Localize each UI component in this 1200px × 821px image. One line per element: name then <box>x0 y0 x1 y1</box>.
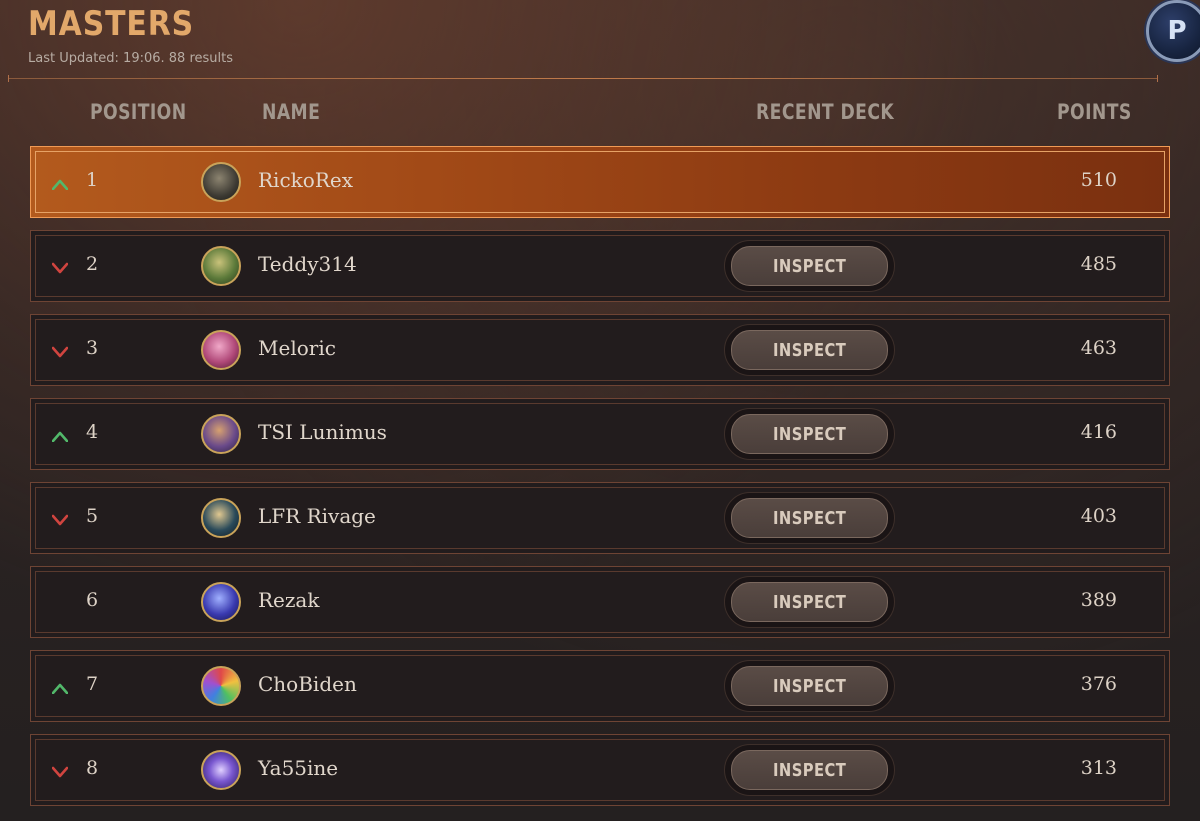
inspect-button-label: INSPECT <box>772 339 847 361</box>
rank-position: 6 <box>86 589 99 611</box>
rank-down-arrow-icon <box>51 511 69 526</box>
leaderboard-row[interactable]: 7 ChoBiden INSPECT 376 <box>30 650 1170 722</box>
rank-position: 2 <box>86 253 99 275</box>
tsi-lunimus-avatar-icon <box>201 414 241 454</box>
rank-down-arrow-icon <box>51 259 69 274</box>
inspect-button-label: INSPECT <box>772 255 847 277</box>
player-points: 313 <box>1080 757 1117 779</box>
rank-position: 3 <box>86 337 99 359</box>
player-name: Meloric <box>258 336 336 360</box>
teddy314-avatar-icon <box>201 246 241 286</box>
rank-down-arrow-icon <box>51 763 69 778</box>
player-name: Ya55ine <box>258 756 339 780</box>
player-points: 485 <box>1080 253 1117 275</box>
header-divider <box>8 75 1158 82</box>
rickorex-avatar-icon <box>201 162 241 202</box>
rank-position: 5 <box>86 505 99 527</box>
profile-button[interactable]: P <box>1146 0 1200 62</box>
inspect-button-label: INSPECT <box>772 591 847 613</box>
rank-up-arrow-icon <box>51 175 69 191</box>
rank-down-arrow-icon <box>51 343 69 358</box>
inspect-button-label: INSPECT <box>772 507 847 529</box>
player-name: LFR Rivage <box>258 504 376 528</box>
rank-position: 7 <box>86 673 99 695</box>
profile-icon: P <box>1167 16 1187 46</box>
inspect-deck-button[interactable]: INSPECT <box>724 660 895 712</box>
lfr-rivage-avatar-icon <box>201 498 241 538</box>
inspect-deck-button[interactable]: INSPECT <box>724 744 895 796</box>
player-points: 510 <box>1080 169 1117 191</box>
player-points: 376 <box>1080 673 1117 695</box>
leaderboard-row[interactable]: 6 Rezak INSPECT 389 <box>30 566 1170 638</box>
leaderboard-row[interactable]: 1 RickoRex 510 <box>30 146 1170 218</box>
inspect-deck-button[interactable]: INSPECT <box>724 576 895 628</box>
player-points: 416 <box>1080 421 1117 443</box>
column-header-recent-deck: RECENT DECK <box>756 100 895 124</box>
ya55ine-avatar-icon <box>201 750 241 790</box>
inspect-button-label: INSPECT <box>772 759 847 781</box>
rank-position: 1 <box>86 169 99 191</box>
leaderboard-row[interactable]: 8 Ya55ine INSPECT 313 <box>30 734 1170 806</box>
rank-position: 4 <box>86 421 99 443</box>
inspect-button-label: INSPECT <box>772 423 847 445</box>
player-name: TSI Lunimus <box>258 420 387 444</box>
player-points: 403 <box>1080 505 1117 527</box>
player-points: 389 <box>1080 589 1117 611</box>
leaderboard-row[interactable]: 3 Meloric INSPECT 463 <box>30 314 1170 386</box>
rank-up-arrow-icon <box>51 679 69 695</box>
player-name: ChoBiden <box>258 672 357 696</box>
rank-up-arrow-icon <box>51 427 69 443</box>
player-points: 463 <box>1080 337 1117 359</box>
player-name: Rezak <box>258 588 320 612</box>
meloric-avatar-icon <box>201 330 241 370</box>
column-header-position: POSITION <box>90 100 187 124</box>
player-name: RickoRex <box>258 168 353 192</box>
chobiden-avatar-icon <box>201 666 241 706</box>
column-header-points: POINTS <box>1057 100 1132 124</box>
column-header-name: NAME <box>262 100 321 124</box>
inspect-deck-button[interactable]: INSPECT <box>724 492 895 544</box>
leaderboard-row[interactable]: 5 LFR Rivage INSPECT 403 <box>30 482 1170 554</box>
leaderboard-row[interactable]: 2 Teddy314 INSPECT 485 <box>30 230 1170 302</box>
inspect-deck-button[interactable]: INSPECT <box>724 240 895 292</box>
leaderboard-row[interactable]: 4 TSI Lunimus INSPECT 416 <box>30 398 1170 470</box>
inspect-button-label: INSPECT <box>772 675 847 697</box>
last-updated-text: Last Updated: 19:06. 88 results <box>28 51 234 66</box>
inspect-deck-button[interactable]: INSPECT <box>724 408 895 460</box>
player-name: Teddy314 <box>258 252 357 276</box>
rezak-avatar-icon <box>201 582 241 622</box>
inspect-deck-button[interactable]: INSPECT <box>724 324 895 376</box>
rank-position: 8 <box>86 757 99 779</box>
page-title: MASTERS <box>28 4 195 44</box>
